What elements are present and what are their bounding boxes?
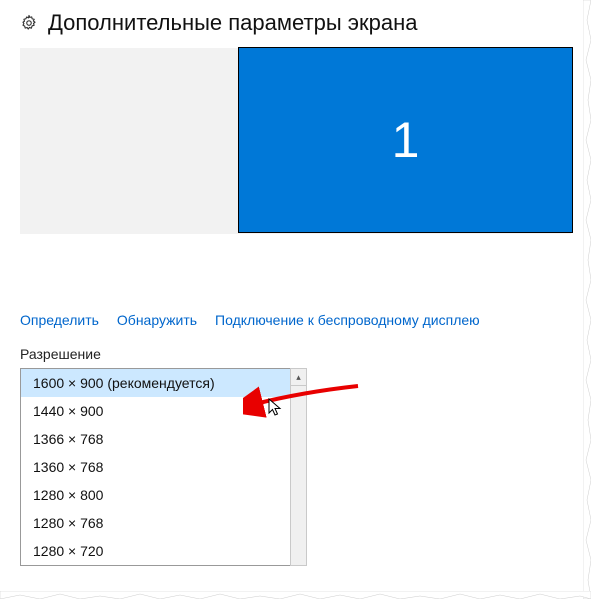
resolution-dropdown[interactable]: 1600 × 900 (рекомендуется) 1440 × 900 13… (20, 368, 290, 566)
torn-edge-bottom (0, 591, 591, 599)
scrollbar[interactable]: ▴ (290, 368, 307, 566)
display-preview-area: 1 (20, 48, 571, 234)
resolution-option[interactable]: 1366 × 768 (21, 425, 290, 453)
resolution-label: Разрешение (20, 346, 571, 362)
scroll-up-icon[interactable]: ▴ (291, 369, 306, 386)
wireless-link[interactable]: Подключение к беспроводному дисплею (215, 312, 480, 328)
monitor-number: 1 (392, 111, 420, 169)
monitor-1[interactable]: 1 (238, 47, 573, 233)
resolution-option[interactable]: 1280 × 768 (21, 509, 290, 537)
page-title: Дополнительные параметры экрана (48, 10, 417, 36)
resolution-option[interactable]: 1600 × 900 (рекомендуется) (21, 369, 290, 397)
spacer (20, 242, 571, 312)
resolution-option[interactable]: 1280 × 720 (21, 537, 290, 565)
resolution-option[interactable]: 1280 × 800 (21, 481, 290, 509)
gear-icon (20, 14, 38, 32)
resolution-option[interactable]: 1360 × 768 (21, 453, 290, 481)
header: Дополнительные параметры экрана (20, 10, 571, 36)
identify-link[interactable]: Определить (20, 312, 99, 328)
resolution-options-list: 1600 × 900 (рекомендуется) 1440 × 900 13… (20, 368, 290, 566)
resolution-option[interactable]: 1440 × 900 (21, 397, 290, 425)
action-links: Определить Обнаружить Подключение к бесп… (20, 312, 571, 328)
detect-link[interactable]: Обнаружить (117, 312, 197, 328)
